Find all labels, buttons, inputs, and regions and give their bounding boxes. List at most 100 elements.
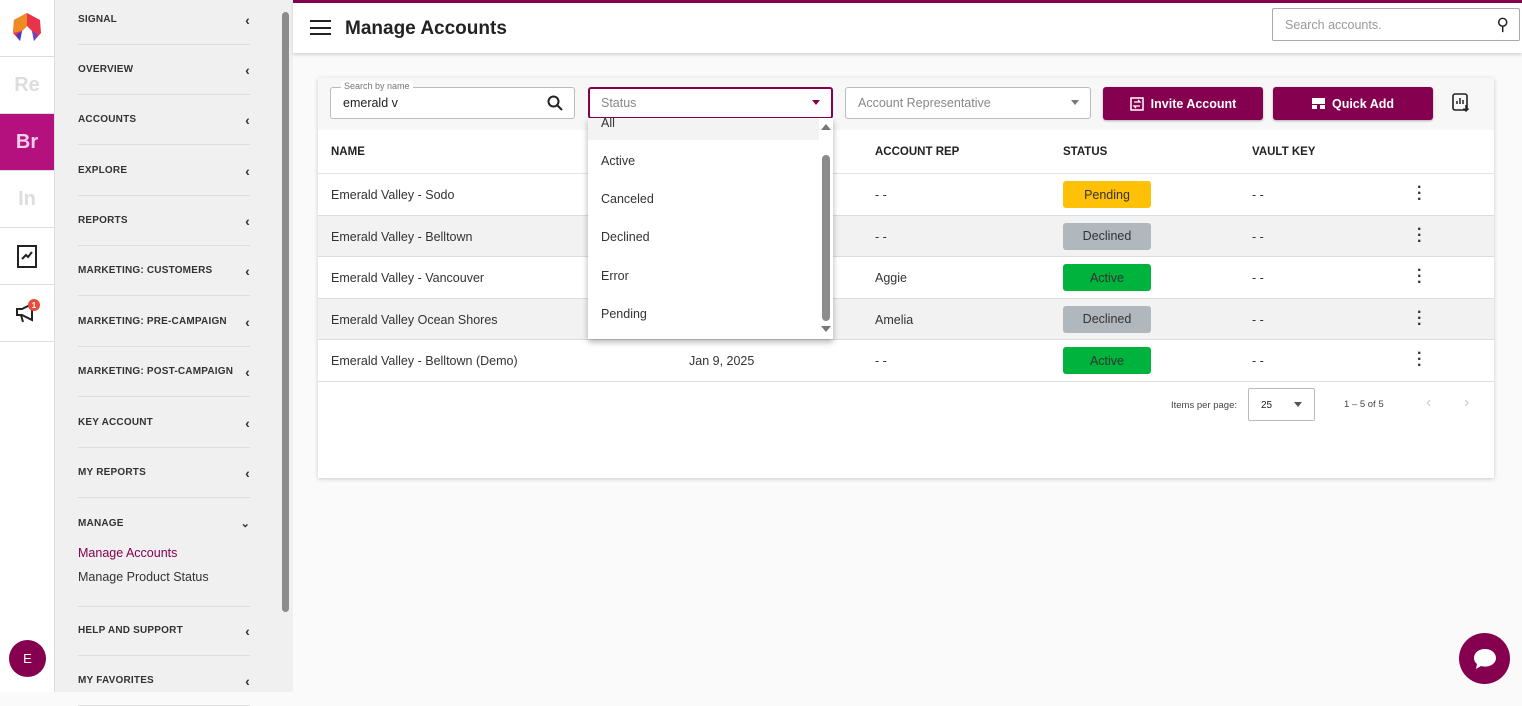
rail-item-re[interactable]: Re — [0, 57, 54, 114]
more-options-icon[interactable]: · · · — [1417, 221, 1422, 249]
account-search-input[interactable]: Search accounts. ⚲ — [1272, 8, 1520, 41]
chat-button[interactable] — [1459, 633, 1510, 684]
sidebar-item-help-and-support[interactable]: HELP AND SUPPORT ‹ — [78, 606, 250, 656]
status-option-active[interactable]: Active — [601, 154, 635, 168]
logo[interactable] — [0, 0, 54, 57]
page-size-value: 25 — [1261, 400, 1273, 411]
chevron-left-icon: ‹ — [245, 162, 250, 179]
search-by-name-input[interactable]: Search by name emerald v — [330, 81, 575, 119]
sidebar-sub-manage-accounts[interactable]: Manage Accounts — [78, 546, 177, 560]
page-size-select[interactable]: 25 — [1248, 388, 1315, 421]
vault-key: - - — [1252, 354, 1264, 369]
sidebar-item-explore[interactable]: EXPLORE ‹ — [78, 146, 250, 196]
table-row[interactable]: Emerald Valley - Sodo - - Pending - - · ·… — [318, 174, 1494, 216]
invite-account-button[interactable]: Invite Account — [1103, 87, 1263, 120]
sidebar-item-signal[interactable]: SIGNAL ‹ — [78, 0, 250, 45]
sidebar-item-key-account[interactable]: KEY ACCOUNT ‹ — [78, 398, 250, 448]
sidebar-sub-manage-product-status[interactable]: Manage Product Status — [78, 570, 209, 584]
field-label: Search by name — [341, 81, 413, 91]
account-rep: - - — [875, 188, 887, 202]
menu-icon[interactable] — [310, 20, 331, 35]
page-title: Manage Accounts — [345, 18, 507, 39]
sidebar-item-overview[interactable]: OVERVIEW ‹ — [78, 45, 250, 95]
status-option-declined[interactable]: Declined — [601, 230, 650, 244]
sidebar-item-marketing-post-campaign[interactable]: MARKETING: POST-CAMPAIGN ‹ — [78, 347, 250, 397]
sidebar-item-manage[interactable]: MANAGE ⌄ — [78, 498, 250, 548]
scroll-down-icon[interactable] — [821, 326, 831, 332]
column-header-account-rep[interactable]: ACCOUNT REP — [875, 146, 959, 158]
status-option-pending[interactable]: Pending — [601, 307, 647, 321]
label: MY FAVORITES — [78, 675, 154, 686]
button-label: Invite Account — [1150, 96, 1237, 111]
dropdown-scrollbar[interactable] — [819, 118, 833, 339]
rail-label: In — [18, 187, 36, 210]
user-avatar[interactable]: E — [9, 640, 46, 677]
account-name[interactable]: Emerald Valley - Vancouver — [331, 271, 484, 285]
status-option-all[interactable]: All — [601, 118, 615, 130]
chevron-left-icon: ‹ — [245, 11, 250, 28]
column-header-name[interactable]: NAME — [331, 146, 365, 158]
highlight — [588, 118, 819, 140]
rail-label: Br — [15, 130, 39, 153]
status-badge: Active — [1063, 347, 1151, 375]
chevron-left-icon: ‹ — [245, 672, 250, 689]
column-header-status[interactable]: STATUS — [1063, 146, 1107, 158]
label: HELP AND SUPPORT — [78, 625, 183, 636]
scrollbar-thumb[interactable] — [822, 155, 830, 321]
rail-item-reports[interactable] — [0, 228, 54, 285]
rail-item-announcements[interactable]: 1 — [0, 285, 54, 342]
search-icon[interactable]: ⚲ — [1497, 15, 1509, 35]
account-rep: Aggie — [875, 271, 907, 286]
table-row[interactable]: Emerald Valley - Belltown (Demo) Jan 9, … — [318, 340, 1494, 382]
sidebar-item-my-reports[interactable]: MY REPORTS ‹ — [78, 448, 250, 498]
account-representative-select[interactable]: Account Representative — [845, 87, 1091, 119]
sidebar-item-reports[interactable]: REPORTS ‹ — [78, 196, 250, 246]
chevron-left-icon: ‹ — [245, 464, 250, 481]
previous-page-button[interactable]: ‹ — [1426, 394, 1431, 412]
status-option-canceled[interactable]: Canceled — [601, 192, 654, 206]
scrollbar-thumb[interactable] — [282, 12, 289, 612]
status-dropdown-panel: All Active Canceled Declined Error Pendi… — [588, 118, 833, 339]
column-header-vault-key[interactable]: VAULT KEY — [1252, 146, 1315, 158]
account-rep: Amelia — [875, 312, 914, 327]
account-name[interactable]: Emerald Valley - Sodo — [331, 188, 454, 202]
quick-add-button[interactable]: Quick Add — [1273, 87, 1433, 120]
label: KEY ACCOUNT — [78, 417, 153, 428]
vault-key: - - — [1252, 188, 1264, 202]
label: MARKETING: PRE-CAMPAIGN — [78, 316, 227, 327]
scroll-up-icon[interactable] — [821, 124, 831, 130]
next-page-button[interactable]: › — [1464, 394, 1469, 412]
chevron-left-icon: ‹ — [245, 313, 250, 330]
more-options-icon[interactable]: · · · — [1417, 180, 1422, 208]
rail-item-br[interactable]: Br — [0, 114, 54, 171]
account-name[interactable]: Emerald Valley Ocean Shores — [331, 313, 498, 327]
account-name[interactable]: Emerald Valley - Belltown (Demo) — [331, 354, 518, 368]
table-row[interactable]: Emerald Valley Ocean Shores Amelia Decli… — [318, 298, 1494, 341]
status-badge: Declined — [1063, 222, 1151, 250]
sidebar-item-my-favorites[interactable]: MY FAVORITES ‹ — [78, 656, 250, 706]
sidebar: SIGNAL ‹ OVERVIEW ‹ ACCOUNTS ‹ EXPLORE ‹ REP… — [55, 0, 278, 706]
sidebar-item-marketing-customers[interactable]: MARKETING: CUSTOMERS ‹ — [78, 246, 250, 296]
placeholder: Account Representative — [858, 96, 991, 110]
table-row[interactable]: Emerald Valley - Belltown - - Declined -… — [318, 215, 1494, 258]
account-rep: - - — [875, 229, 887, 244]
status-badge: Pending — [1063, 181, 1151, 208]
sidebar-item-marketing-pre-campaign[interactable]: MARKETING: PRE-CAMPAIGN ‹ — [78, 297, 250, 347]
export-report-icon[interactable] — [1452, 93, 1470, 113]
label: MARKETING: POST-CAMPAIGN — [78, 366, 234, 377]
dropdown-arrow-icon — [812, 100, 820, 109]
status-option-error[interactable]: Error — [601, 269, 629, 283]
more-options-icon[interactable]: · · · — [1417, 304, 1422, 332]
status-select[interactable]: Status — [588, 87, 833, 119]
rail-label: Re — [14, 73, 40, 96]
label: ACCOUNTS — [78, 114, 137, 125]
account-name[interactable]: Emerald Valley - Belltown — [331, 230, 473, 244]
more-options-icon[interactable]: · · · — [1417, 346, 1422, 374]
rail-item-in[interactable]: In — [0, 171, 54, 228]
invite-icon — [1129, 96, 1144, 111]
sidebar-item-accounts[interactable]: ACCOUNTS ‹ — [78, 95, 250, 145]
table-row[interactable]: Emerald Valley - Vancouver Aggie Active … — [318, 257, 1494, 299]
more-options-icon[interactable]: · · · — [1417, 263, 1422, 291]
sidebar-scrollbar[interactable] — [278, 0, 293, 692]
field-value: emerald v — [343, 96, 398, 110]
